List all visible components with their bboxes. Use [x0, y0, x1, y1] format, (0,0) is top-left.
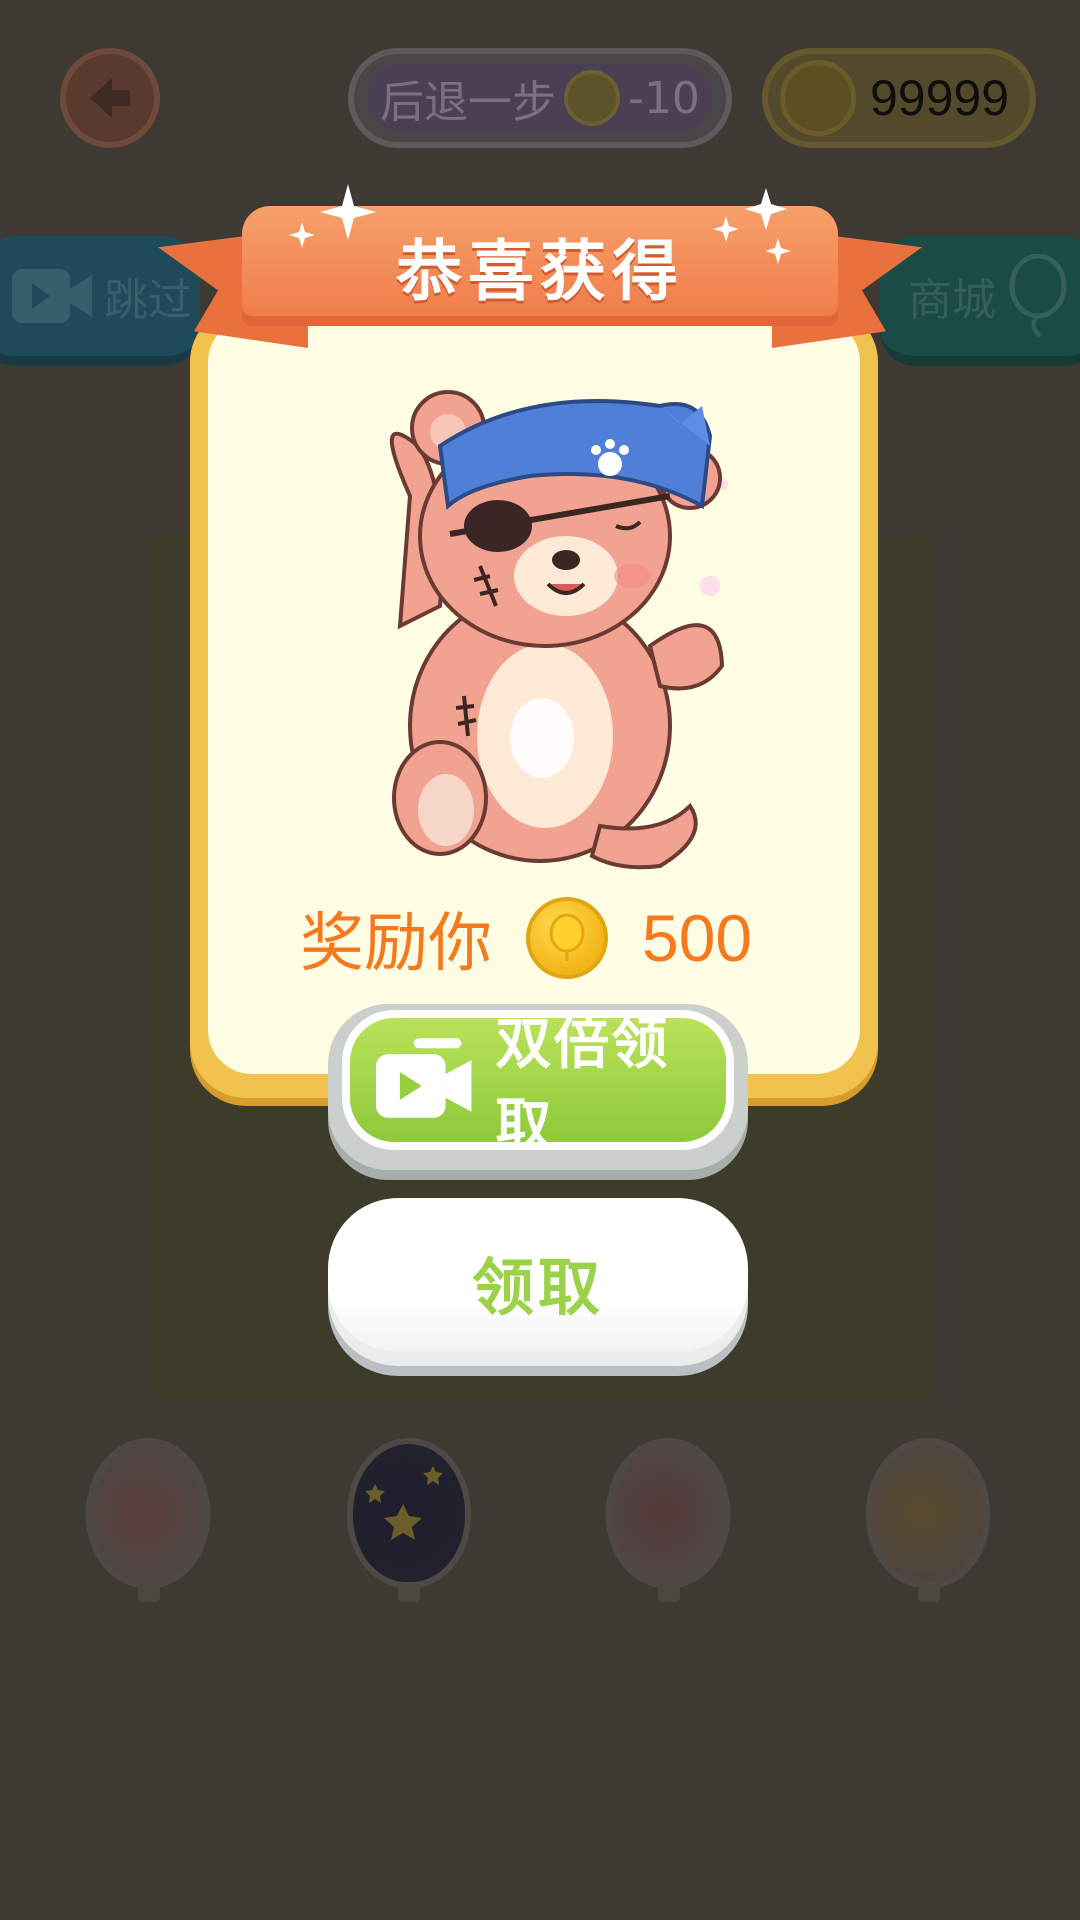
coin-balance-value: 99999 — [870, 70, 1010, 126]
balloon-knot — [138, 1584, 160, 1602]
balloon-knot — [398, 1584, 420, 1602]
back-button[interactable] — [60, 48, 160, 148]
popup-title: 恭喜获得 — [396, 233, 684, 310]
double-claim-label: 双倍领取 — [495, 1012, 670, 1158]
undo-step-button[interactable]: 后退一步 -10 — [348, 48, 732, 148]
balloon-knot — [658, 1584, 680, 1602]
balloon-knot — [918, 1584, 940, 1602]
coin-icon — [564, 70, 621, 126]
reward-label: 奖励你 — [300, 907, 492, 981]
claim-button[interactable]: 领取 — [328, 1198, 748, 1366]
stars-pattern-icon — [365, 1466, 443, 1540]
balloon-icon — [1009, 254, 1067, 338]
claim-label: 领取 — [471, 1251, 604, 1324]
skip-label: 跳过 — [104, 275, 192, 326]
balloon-giraffe[interactable] — [866, 1438, 990, 1588]
double-claim-button[interactable]: 双倍领取 — [342, 1010, 734, 1158]
balloon-icon — [549, 913, 585, 961]
balloon-hearts[interactable] — [606, 1438, 730, 1588]
sparkle-icon — [289, 184, 376, 248]
undo-cost: -10 — [628, 72, 700, 124]
reward-row: 奖励你 500 — [300, 890, 780, 986]
coin-icon — [780, 60, 856, 136]
balloon-dots[interactable] — [86, 1438, 210, 1588]
video-icon — [12, 269, 92, 323]
video-camera-icon — [375, 1038, 472, 1118]
coin-icon — [526, 897, 608, 979]
sparkle-icon — [713, 188, 791, 264]
back-arrow-icon — [90, 78, 130, 118]
coin-balance: 99999 — [762, 48, 1036, 148]
pirate-teddy-bear-image — [389, 390, 728, 870]
undo-label: 后退一步 — [380, 77, 557, 128]
shop-label: 商城 — [908, 275, 996, 326]
reward-amount: 500 — [642, 901, 753, 975]
balloon-stars[interactable] — [347, 1438, 471, 1588]
